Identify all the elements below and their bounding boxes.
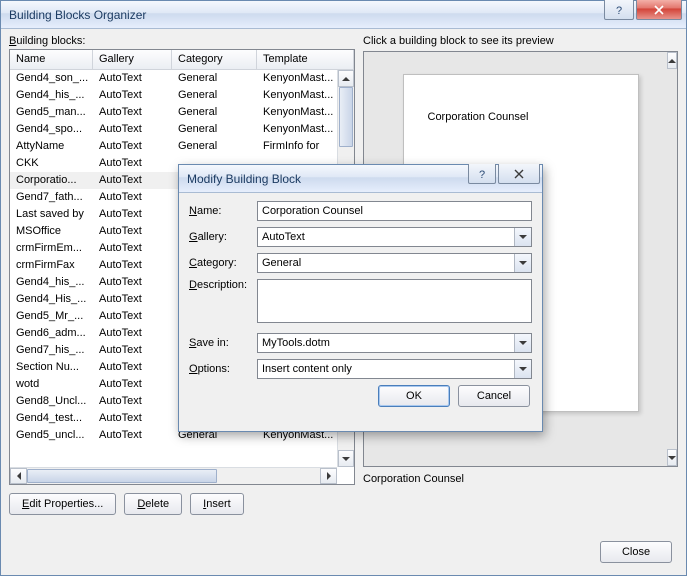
table-row[interactable]: Gend4_son_...AutoTextGeneralKenyonMast..…: [10, 70, 354, 87]
table-row[interactable]: Gend4_his_...AutoTextGeneralKenyonMast..…: [10, 87, 354, 104]
preview-scroll-down-icon[interactable]: [667, 449, 677, 466]
table-row[interactable]: Gend5_man...AutoTextGeneralKenyonMast...: [10, 104, 354, 121]
col-category[interactable]: Category: [172, 50, 257, 69]
building-blocks-organizer-window: Building Blocks Organizer ? Building blo…: [0, 0, 687, 576]
label-category: Category:: [189, 257, 257, 269]
col-template[interactable]: Template: [257, 50, 354, 69]
category-combo[interactable]: [257, 253, 532, 273]
name-input[interactable]: [257, 201, 532, 221]
insert-button[interactable]: Insert: [190, 493, 244, 515]
preview-content: Corporation Counsel: [428, 111, 529, 123]
titlebar: Building Blocks Organizer ?: [1, 1, 686, 29]
edit-properties-button[interactable]: Edit Properties...: [9, 493, 116, 515]
ok-button[interactable]: OK: [378, 385, 450, 407]
options-combo[interactable]: [257, 359, 532, 379]
preview-vscroll[interactable]: [667, 52, 677, 466]
modal-title: Modify Building Block: [187, 172, 301, 186]
modal-help-icon[interactable]: ?: [468, 164, 496, 184]
cancel-button[interactable]: Cancel: [458, 385, 530, 407]
description-input[interactable]: [257, 279, 532, 323]
gallery-combo[interactable]: [257, 227, 532, 247]
delete-button[interactable]: Delete: [124, 493, 182, 515]
label-name: Name:: [189, 205, 257, 217]
label-savein: Save in:: [189, 337, 257, 349]
building-blocks-label: Building blocks:: [9, 35, 355, 47]
label-options: Options:: [189, 363, 257, 375]
chevron-down-icon[interactable]: [514, 254, 531, 272]
close-icon[interactable]: [636, 0, 682, 20]
label-gallery: Gallery:: [189, 231, 257, 243]
svg-text:?: ?: [479, 169, 485, 179]
modal-close-icon[interactable]: [498, 164, 540, 184]
hscroll-thumb[interactable]: [27, 469, 217, 483]
preview-caption: Corporation Counsel: [363, 473, 678, 485]
table-row[interactable]: AttyNameAutoTextGeneralFirmInfo for: [10, 138, 354, 155]
label-description: Description:: [189, 279, 257, 291]
scroll-up-icon[interactable]: [338, 70, 354, 87]
window-title: Building Blocks Organizer: [9, 8, 146, 22]
savein-combo[interactable]: [257, 333, 532, 353]
table-row[interactable]: Gend4_spo...AutoTextGeneralKenyonMast...: [10, 121, 354, 138]
close-button[interactable]: Close: [600, 541, 672, 563]
chevron-down-icon[interactable]: [514, 228, 531, 246]
col-name[interactable]: Name: [10, 50, 93, 69]
list-hscroll[interactable]: [10, 467, 337, 484]
svg-text:?: ?: [616, 5, 622, 15]
scroll-down-icon[interactable]: [338, 450, 354, 467]
chevron-down-icon[interactable]: [514, 334, 531, 352]
col-gallery[interactable]: Gallery: [93, 50, 172, 69]
help-icon[interactable]: ?: [604, 0, 634, 20]
chevron-down-icon[interactable]: [514, 360, 531, 378]
preview-scroll-up-icon[interactable]: [667, 52, 677, 69]
scroll-right-icon[interactable]: [320, 468, 337, 484]
scroll-left-icon[interactable]: [10, 468, 27, 484]
preview-label: Click a building block to see its previe…: [363, 35, 678, 47]
modify-building-block-dialog: Modify Building Block ? Name: Gallery: C…: [178, 164, 543, 432]
scroll-thumb[interactable]: [339, 87, 353, 147]
